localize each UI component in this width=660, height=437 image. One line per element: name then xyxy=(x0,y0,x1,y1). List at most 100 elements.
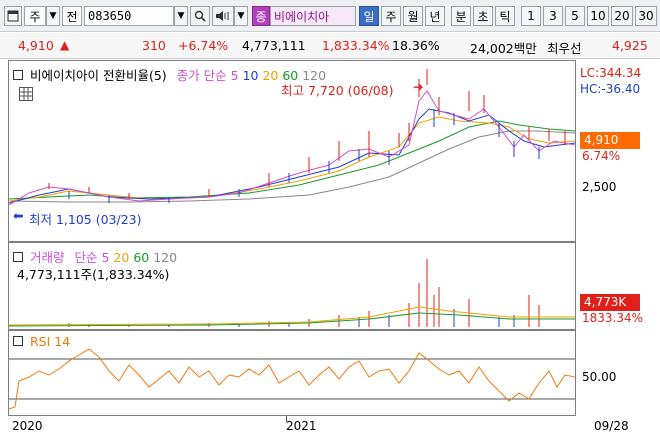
type-select-label: 전 xyxy=(66,9,78,24)
sound-dropdown-icon[interactable]: ▼ xyxy=(234,6,248,26)
price-panel-title-row: 비에이치아이 전환비율(5) 종가 단순 5 10 20 60 120 xyxy=(13,65,326,84)
rsi-panel-title: RSI 14 xyxy=(29,334,71,349)
period-tab-label: 틱 xyxy=(499,9,511,24)
stock-name-field[interactable]: 비에이치아 xyxy=(270,6,356,26)
search-icon[interactable] xyxy=(190,6,210,26)
rsi-axis-tick: 50.00 xyxy=(582,370,617,384)
price-ma-lines xyxy=(9,90,575,206)
current-price-tag: 4,910 xyxy=(580,132,640,149)
price-ma-label: 종가 단순 xyxy=(176,68,227,83)
time-label-right: 09/28 xyxy=(594,419,629,433)
time-tick xyxy=(286,416,287,422)
panel-collapse-icon[interactable] xyxy=(13,70,23,80)
interval-button-label: 20 xyxy=(614,9,630,23)
interval-button-1[interactable]: 1 xyxy=(521,6,541,26)
period-tab-label: 초 xyxy=(477,9,489,24)
market-dropdown-icon[interactable]: ▼ xyxy=(46,6,60,26)
sound-icon-glyph xyxy=(216,11,229,21)
volume-ma-label: 단순 xyxy=(74,250,98,265)
period-tab-day[interactable]: 일 xyxy=(359,6,379,26)
volume-value: 4,773,111 xyxy=(242,38,306,53)
interval-button-10[interactable]: 10 xyxy=(587,6,609,26)
period-tab-year[interactable]: 년 xyxy=(425,6,445,26)
market-select[interactable]: 주 xyxy=(24,6,46,26)
period-tab-second[interactable]: 초 xyxy=(473,6,493,26)
current-price: 4,910 xyxy=(18,38,54,53)
trade-amount: 24,002백만 xyxy=(470,41,537,56)
ma20-line xyxy=(9,116,575,202)
price-panel[interactable]: 비에이치아이 전환비율(5) 종가 단순 5 10 20 60 120 최고 7… xyxy=(8,60,576,242)
chart-window: 주 ▼ 전 083650 ▼ ▼ 종 비에이치아 일 주 월 년 분 초 틱 1… xyxy=(0,0,660,437)
lc-value: LC:344.34 xyxy=(580,66,642,80)
stock-code-input[interactable]: 083650 xyxy=(84,6,174,26)
volume-panel-title: 거래량 xyxy=(29,250,65,265)
period-tab-minute[interactable]: 분 xyxy=(451,6,471,26)
current-pct-value: 6.74% xyxy=(582,149,621,163)
vol-ma120-legend: 120 xyxy=(153,250,178,265)
time-label-2020: 2020 xyxy=(12,419,43,433)
vol-ma60-legend: 60 xyxy=(133,250,150,265)
ma60-line xyxy=(9,120,575,200)
price-change: 310 xyxy=(142,38,166,53)
rsi-axis: 50.00 xyxy=(576,330,660,416)
type-select[interactable]: 전 xyxy=(62,6,82,26)
period-tab-label: 주 xyxy=(385,9,397,24)
chart-area: 비에이치아이 전환비율(5) 종가 단순 5 10 20 60 120 최고 7… xyxy=(8,60,660,437)
window-icon[interactable] xyxy=(4,6,22,26)
vol-ma20-legend: 20 xyxy=(113,250,130,265)
high-arrow-icon: ➔ xyxy=(413,79,424,94)
time-axis: 2020 2021 09/28 xyxy=(8,416,660,437)
rsi-chart-svg xyxy=(9,348,575,410)
volume-axis: 4,773K 1833.34% xyxy=(576,242,660,330)
period-tab-label: 월 xyxy=(407,9,419,24)
interval-button-label: 30 xyxy=(638,9,654,23)
turnover-rate: 18.36% xyxy=(392,38,440,53)
price-axis-tick: 2,500 xyxy=(582,180,617,194)
sound-icon[interactable] xyxy=(212,6,234,26)
period-tab-label: 일 xyxy=(363,9,375,24)
priority-price: 4,925 xyxy=(612,38,648,53)
panel-collapse-icon[interactable] xyxy=(13,252,23,262)
period-tab-week[interactable]: 주 xyxy=(381,6,401,26)
up-arrow-icon: ▲ xyxy=(60,38,70,52)
volume-pct-value: 1833.34% xyxy=(582,311,644,325)
ma10-legend: 10 xyxy=(242,68,259,83)
volume-panel[interactable]: 거래량 단순 5 20 60 120 4,773,111주(1,833.34%) xyxy=(8,242,576,330)
grid-toggle-glyph xyxy=(20,88,32,100)
stock-type-badge: 종 xyxy=(252,6,270,26)
interval-button-label: 5 xyxy=(571,9,579,23)
vol-ma5-legend: 5 xyxy=(101,250,110,265)
priority-label: 최우선 xyxy=(547,41,582,56)
interval-button-5[interactable]: 5 xyxy=(565,6,585,26)
stock-code-value: 083650 xyxy=(88,9,132,23)
code-dropdown-icon[interactable]: ▼ xyxy=(174,6,188,26)
ma5-line xyxy=(9,90,575,206)
hc-value: HC:-36.40 xyxy=(580,82,641,96)
period-tab-tick[interactable]: 틱 xyxy=(495,6,515,26)
candle-down-series xyxy=(68,109,540,203)
interval-button-3[interactable]: 3 xyxy=(543,6,563,26)
period-tab-month[interactable]: 월 xyxy=(403,6,423,26)
interval-button-30[interactable]: 30 xyxy=(635,6,657,26)
volume-value-text: 4,773,111주(1,833.34%) xyxy=(17,267,170,282)
quote-bar: 4,910 ▲ 310 +6.74% 4,773,111 1,833.34% 1… xyxy=(0,33,660,59)
price-change-pct: +6.74% xyxy=(178,38,229,53)
ma5-legend: 5 xyxy=(230,68,239,83)
panel-collapse-icon[interactable] xyxy=(13,336,23,346)
low-arrow-icon: ⬅ xyxy=(13,208,24,223)
rsi-panel-title-row: RSI 14 xyxy=(13,334,70,349)
high-price-note: 최고 7,720 (06/08) xyxy=(281,83,394,98)
current-volume-tag: 4,773K xyxy=(580,294,640,311)
rsi-panel[interactable]: RSI 14 xyxy=(8,330,576,416)
price-panel-title: 비에이치아이 전환비율(5) xyxy=(29,68,167,83)
price-axis: LC:344.34 HC:-36.40 4,910 6.74% 2,500 xyxy=(576,60,660,242)
ma120-line xyxy=(9,130,575,203)
stock-type-badge-label: 종 xyxy=(255,9,267,24)
period-tab-label: 분 xyxy=(455,9,467,24)
market-select-label: 주 xyxy=(29,9,41,24)
toolbar: 주 ▼ 전 083650 ▼ ▼ 종 비에이치아 일 주 월 년 분 초 틱 1… xyxy=(0,0,660,32)
interval-button-20[interactable]: 20 xyxy=(611,6,633,26)
interval-button-label: 1 xyxy=(527,9,535,23)
grid-toggle-icon[interactable] xyxy=(19,87,33,101)
interval-button-label: 10 xyxy=(590,9,606,23)
